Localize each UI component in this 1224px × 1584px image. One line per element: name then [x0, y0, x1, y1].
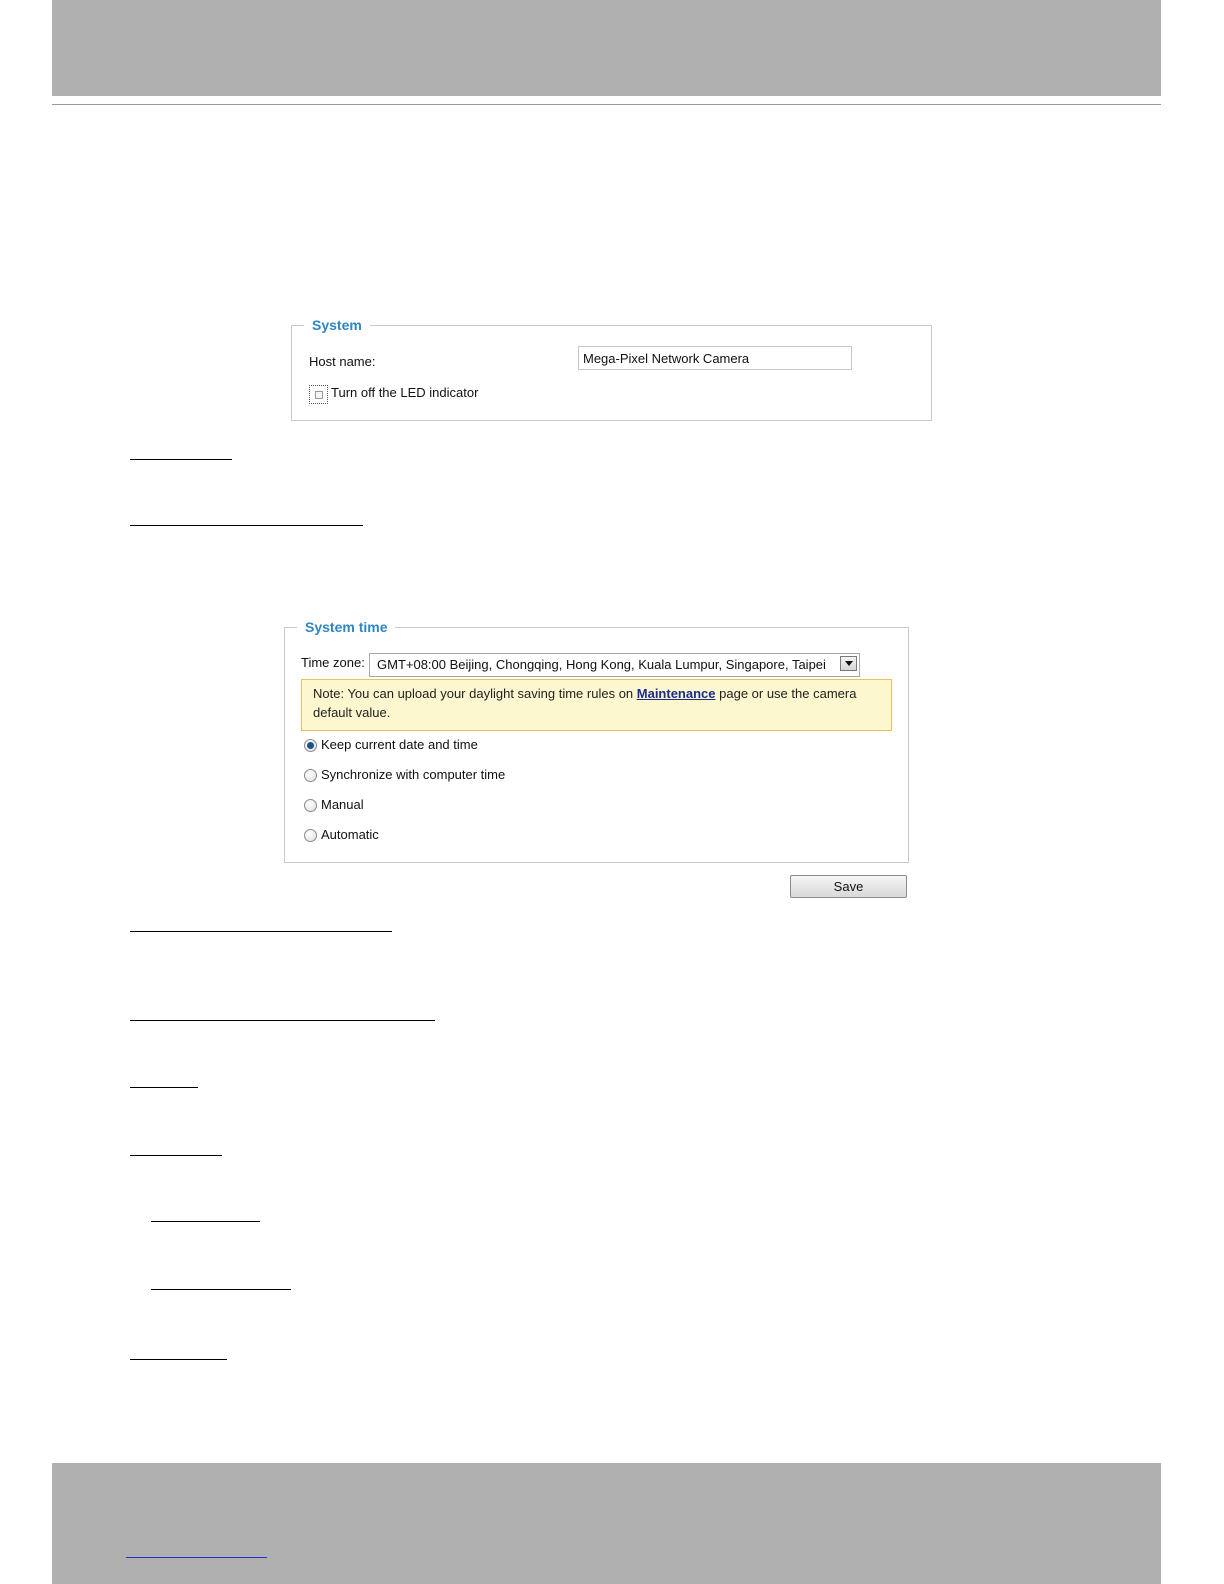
radio-sync-computer-label[interactable]: Synchronize with computer time: [321, 767, 505, 782]
time-zone-label: Time zone:: [301, 655, 365, 670]
led-indicator-checkbox[interactable]: [309, 385, 328, 404]
heading-underline-7: [151, 1221, 260, 1222]
heading-underline-9: [130, 1359, 227, 1360]
header-divider: [52, 104, 1161, 105]
footer-link-underline[interactable]: [126, 1557, 267, 1558]
host-name-input[interactable]: [578, 346, 852, 370]
maintenance-link[interactable]: Maintenance: [637, 686, 716, 701]
save-button[interactable]: Save: [790, 875, 907, 898]
radio-manual-label[interactable]: Manual: [321, 797, 364, 812]
checkbox-box: [315, 391, 323, 399]
time-zone-selected-value: GMT+08:00 Beijing, Chongqing, Hong Kong,…: [377, 657, 826, 672]
host-name-label: Host name:: [309, 354, 376, 369]
radio-manual[interactable]: [304, 799, 317, 812]
dst-note: Note: You can upload your daylight savin…: [301, 679, 892, 731]
heading-underline-8: [151, 1289, 291, 1290]
heading-underline-6: [130, 1155, 222, 1156]
note-prefix: Note: You can upload your daylight savin…: [313, 686, 637, 701]
page-header-band: [52, 0, 1161, 96]
heading-underline-3: [130, 931, 392, 932]
system-time-panel-title: System time: [305, 619, 388, 635]
chevron-down-icon[interactable]: [840, 656, 857, 671]
heading-underline-2: [130, 525, 363, 526]
led-indicator-label[interactable]: Turn off the LED indicator: [331, 385, 478, 400]
time-zone-select[interactable]: GMT+08:00 Beijing, Chongqing, Hong Kong,…: [369, 653, 860, 677]
radio-selected-dot: [307, 742, 314, 749]
radio-keep-current-label[interactable]: Keep current date and time: [321, 737, 478, 752]
radio-automatic[interactable]: [304, 829, 317, 842]
heading-underline-1: [130, 459, 232, 460]
radio-sync-computer[interactable]: [304, 769, 317, 782]
heading-underline-5: [130, 1087, 198, 1088]
heading-underline-4: [130, 1020, 435, 1021]
radio-keep-current[interactable]: [304, 739, 317, 752]
page-footer-band: [52, 1463, 1161, 1584]
radio-automatic-label[interactable]: Automatic: [321, 827, 379, 842]
system-panel-title: System: [312, 317, 362, 333]
